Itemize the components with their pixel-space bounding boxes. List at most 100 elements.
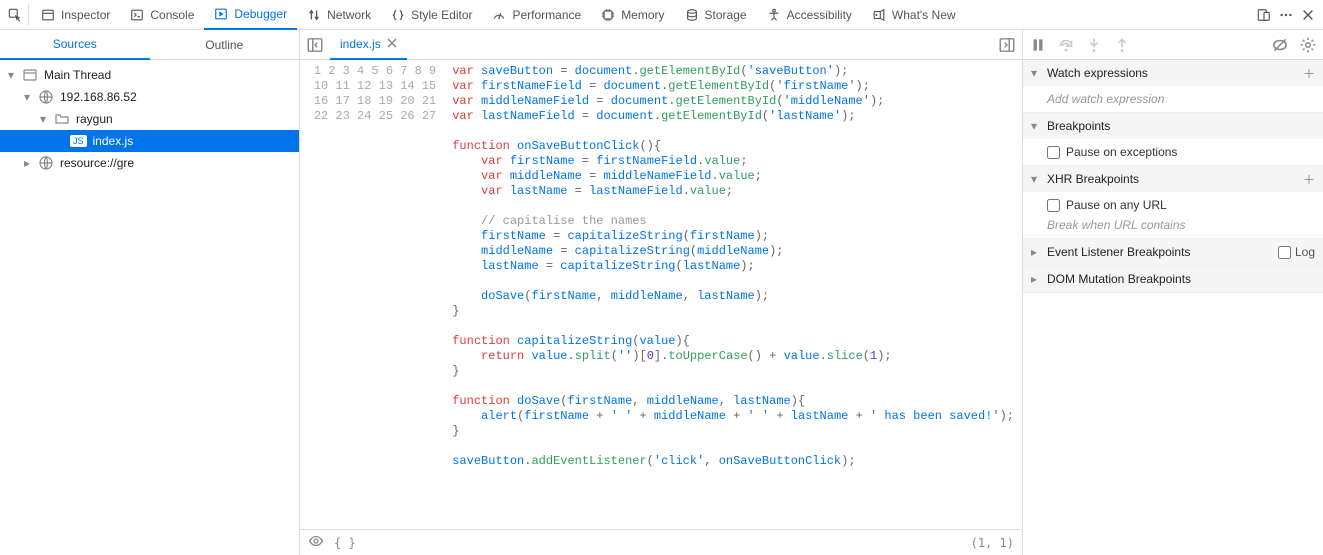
- folder-icon: [54, 111, 70, 127]
- step-out-button[interactable]: [1113, 36, 1131, 54]
- editor-panel: index.js 1 2 3 4 5 6 7 8 9 10 11 12 13 1…: [300, 30, 1023, 555]
- tab-outline[interactable]: Outline: [150, 30, 300, 59]
- chevron-right-icon: ▸: [22, 156, 32, 170]
- chevron-down-icon: ▾: [1031, 172, 1041, 186]
- devtools-toolbar: Inspector Console Debugger Network Style Edi…: [0, 0, 1323, 30]
- checkbox-input[interactable]: [1278, 246, 1291, 259]
- debugger-sidebar: ▾ Watch expressions ＋ Add watch expressi…: [1023, 30, 1323, 555]
- close-tab-button[interactable]: [387, 37, 397, 51]
- pause-on-any-url-checkbox[interactable]: Pause on any URL: [1047, 198, 1315, 212]
- tab-styleeditor[interactable]: Style Editor: [381, 0, 482, 30]
- chevron-down-icon: ▾: [1031, 66, 1041, 80]
- tab-label: Style Editor: [411, 8, 472, 22]
- sources-tree: ▾ Main Thread ▾ 192.168.86.52 ▾ raygun J…: [0, 60, 299, 555]
- chevron-down-icon: ▾: [6, 68, 16, 82]
- tab-whatsnew[interactable]: What's New: [862, 0, 966, 30]
- tab-accessibility[interactable]: Accessibility: [757, 0, 862, 30]
- watch-expression-eye-icon[interactable]: [308, 533, 324, 552]
- add-xhr-breakpoint-button[interactable]: ＋: [1303, 171, 1315, 188]
- tab-console[interactable]: Console: [120, 0, 204, 30]
- tab-network[interactable]: Network: [297, 0, 381, 30]
- pause-button[interactable]: [1029, 36, 1047, 54]
- inspector-icon: [41, 8, 55, 22]
- tree-label: resource://gre: [60, 156, 134, 170]
- checkbox-input[interactable]: [1047, 146, 1060, 159]
- watch-placeholder[interactable]: Add watch expression: [1047, 92, 1164, 106]
- event-log-checkbox[interactable]: Log: [1278, 245, 1315, 259]
- section-watch-expressions[interactable]: ▾ Watch expressions ＋: [1023, 60, 1323, 86]
- checkbox-label: Log: [1295, 245, 1315, 259]
- whatsnew-icon: [872, 8, 886, 22]
- tab-label: Console: [150, 8, 194, 22]
- debugger-icon: [214, 7, 228, 21]
- tab-performance[interactable]: Performance: [482, 0, 591, 30]
- console-icon: [130, 8, 144, 22]
- tab-label: Storage: [705, 8, 747, 22]
- section-xhr-breakpoints[interactable]: ▾ XHR Breakpoints ＋: [1023, 166, 1323, 192]
- tree-resource-gre[interactable]: ▸ resource://gre: [0, 152, 299, 174]
- tab-sources[interactable]: Sources: [0, 30, 150, 60]
- step-in-button[interactable]: [1085, 36, 1103, 54]
- chevron-down-icon: ▾: [22, 90, 32, 104]
- tab-memory[interactable]: Memory: [591, 0, 674, 30]
- toggle-right-pane-button[interactable]: [998, 36, 1016, 54]
- tab-label: Performance: [512, 8, 581, 22]
- tab-sources-label: Sources: [53, 37, 97, 51]
- tree-main-thread[interactable]: ▾ Main Thread: [0, 64, 299, 86]
- close-devtools-button[interactable]: [1297, 4, 1319, 26]
- js-badge-icon: JS: [70, 135, 87, 147]
- globe-icon: [38, 89, 54, 105]
- tree-label: 192.168.86.52: [60, 90, 137, 104]
- cursor-position: (1, 1): [971, 536, 1014, 550]
- section-title: DOM Mutation Breakpoints: [1047, 272, 1191, 286]
- tab-label: Memory: [621, 8, 664, 22]
- kebab-menu-button[interactable]: [1275, 4, 1297, 26]
- tab-storage[interactable]: Storage: [675, 0, 757, 30]
- tab-label: Debugger: [234, 7, 287, 21]
- checkbox-input[interactable]: [1047, 199, 1060, 212]
- tree-label: raygun: [76, 112, 113, 126]
- section-breakpoints[interactable]: ▾ Breakpoints: [1023, 113, 1323, 139]
- tab-label: Network: [327, 8, 371, 22]
- tree-file-index-js[interactable]: JS index.js: [0, 130, 299, 152]
- globe-icon: [38, 155, 54, 171]
- pretty-print-button[interactable]: { }: [334, 536, 356, 550]
- accessibility-icon: [767, 8, 781, 22]
- section-title: Event Listener Breakpoints: [1047, 245, 1190, 259]
- window-icon: [22, 67, 38, 83]
- sources-panel: Sources Outline ▾ Main Thread ▾ 192.168.…: [0, 30, 300, 555]
- chevron-right-icon: ▸: [1031, 272, 1041, 286]
- tab-label: Accessibility: [787, 8, 852, 22]
- section-title: Watch expressions: [1047, 66, 1148, 80]
- pick-element-button[interactable]: [4, 4, 26, 26]
- network-icon: [307, 8, 321, 22]
- section-event-listener-breakpoints[interactable]: ▸ Event Listener Breakpoints Log: [1023, 239, 1323, 265]
- toggle-left-pane-button[interactable]: [306, 36, 324, 54]
- memory-icon: [601, 8, 615, 22]
- section-dom-mutation-breakpoints[interactable]: ▸ DOM Mutation Breakpoints: [1023, 266, 1323, 292]
- disable-breakpoints-button[interactable]: [1271, 36, 1289, 54]
- tab-outline-label: Outline: [205, 38, 243, 52]
- chevron-down-icon: ▾: [38, 112, 48, 126]
- tab-inspector[interactable]: Inspector: [31, 0, 120, 30]
- add-watch-button[interactable]: ＋: [1303, 65, 1315, 82]
- step-over-button[interactable]: [1057, 36, 1075, 54]
- chevron-right-icon: ▸: [1031, 245, 1041, 259]
- section-title: Breakpoints: [1047, 119, 1110, 133]
- pause-on-exceptions-checkbox[interactable]: Pause on exceptions: [1047, 145, 1315, 159]
- tree-label: Main Thread: [44, 68, 111, 82]
- styleeditor-icon: [391, 8, 405, 22]
- editor-tab-label: index.js: [340, 37, 381, 51]
- responsive-mode-button[interactable]: [1253, 4, 1275, 26]
- tree-folder-raygun[interactable]: ▾ raygun: [0, 108, 299, 130]
- performance-icon: [492, 8, 506, 22]
- tab-debugger[interactable]: Debugger: [204, 0, 297, 30]
- line-gutter: 1 2 3 4 5 6 7 8 9 10 11 12 13 14 15 16 1…: [300, 60, 444, 529]
- chevron-down-icon: ▾: [1031, 119, 1041, 133]
- tree-origin[interactable]: ▾ 192.168.86.52: [0, 86, 299, 108]
- code-editor[interactable]: 1 2 3 4 5 6 7 8 9 10 11 12 13 14 15 16 1…: [300, 60, 1022, 529]
- editor-tab-index-js[interactable]: index.js: [330, 30, 407, 60]
- checkbox-label: Pause on any URL: [1066, 198, 1167, 212]
- debugger-settings-button[interactable]: [1299, 36, 1317, 54]
- xhr-url-placeholder[interactable]: Break when URL contains: [1047, 218, 1186, 232]
